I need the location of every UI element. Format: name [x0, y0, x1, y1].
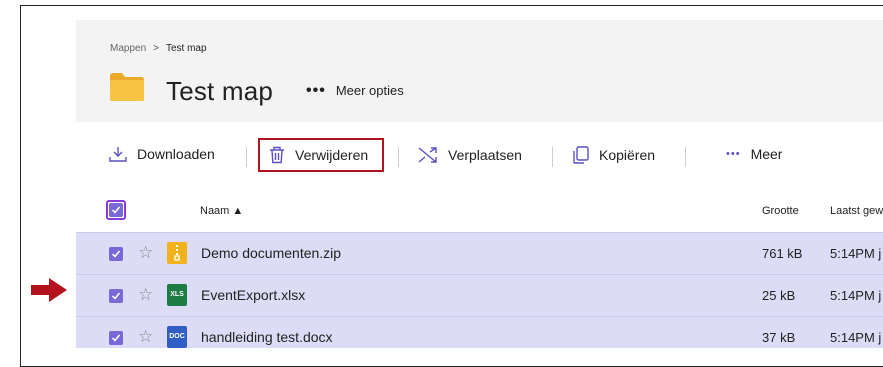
file-modified: 5:14PM j — [830, 330, 882, 345]
ellipsis-icon: ••• — [726, 148, 741, 160]
action-toolbar: Downloaden Verwijderen Verplaatsen Kopië… — [76, 122, 883, 190]
checkmark-icon — [111, 250, 121, 258]
shuffle-icon — [418, 147, 437, 163]
more-options-button[interactable]: ••• Meer opties — [306, 81, 404, 99]
row-checkbox[interactable] — [109, 289, 123, 303]
checkmark-icon — [111, 334, 121, 342]
file-modified: 5:14PM j — [830, 288, 882, 303]
file-browser-panel: Mappen > Test map Test map ••• Meer opties… — [76, 20, 883, 348]
checkmark-icon — [111, 206, 121, 214]
checkbox-checked — [109, 203, 123, 217]
download-label: Downloaden — [137, 146, 215, 162]
copy-label: Kopiëren — [599, 147, 656, 163]
folder-header: Mappen > Test map Test map ••• Meer opties — [76, 20, 883, 122]
ellipsis-icon: ••• — [306, 81, 326, 99]
file-size: 25 kB — [762, 288, 796, 303]
row-checkbox[interactable] — [109, 331, 123, 345]
breadcrumb: Mappen > Test map — [110, 43, 207, 54]
star-icon[interactable]: ☆ — [138, 243, 153, 263]
toolbar-divider — [246, 147, 247, 167]
download-button[interactable]: Downloaden — [109, 146, 215, 162]
more-button[interactable]: ••• Meer — [726, 146, 782, 162]
trash-icon — [270, 146, 284, 164]
column-modified-header[interactable]: Laatst gew — [830, 205, 883, 217]
star-icon[interactable]: ☆ — [138, 327, 153, 347]
zip-file-icon — [167, 242, 187, 264]
column-size-header[interactable]: Grootte — [762, 205, 799, 217]
table-row[interactable]: ☆ XLS EventExport.xlsx 25 kB 5:14PM j — [76, 274, 883, 316]
copy-icon — [573, 146, 589, 164]
toolbar-divider — [398, 147, 399, 167]
checkmark-icon — [111, 292, 121, 300]
breadcrumb-current: Test map — [165, 43, 207, 54]
file-size: 37 kB — [762, 330, 796, 345]
file-name[interactable]: EventExport.xlsx — [201, 287, 305, 303]
file-modified: 5:14PM j — [830, 246, 882, 261]
star-icon[interactable]: ☆ — [138, 285, 153, 305]
row-checkbox[interactable] — [109, 247, 123, 261]
move-button[interactable]: Verplaatsen — [418, 146, 522, 164]
xls-file-icon: XLS — [167, 284, 187, 306]
toolbar-divider — [685, 147, 686, 167]
column-header-row: Naam ▲ Grootte Laatst gew — [76, 190, 883, 232]
more-label: Meer — [750, 146, 783, 162]
download-icon — [109, 147, 127, 162]
pointer-arrow-icon — [31, 278, 67, 302]
delete-button[interactable]: Verwijderen — [269, 146, 368, 164]
file-name[interactable]: Demo documenten.zip — [201, 245, 341, 261]
table-row[interactable]: ☆ Demo documenten.zip 761 kB 5:14PM j — [76, 232, 883, 274]
toolbar-divider — [552, 147, 553, 167]
doc-file-icon: DOC — [167, 326, 187, 348]
page-title: Test map — [166, 76, 274, 106]
breadcrumb-root[interactable]: Mappen — [110, 43, 146, 54]
more-options-label: Meer opties — [335, 83, 404, 98]
copy-button[interactable]: Kopiëren — [573, 146, 655, 164]
select-all-checkbox[interactable] — [106, 200, 126, 220]
breadcrumb-separator: > — [153, 43, 159, 54]
file-size: 761 kB — [762, 246, 803, 261]
file-name[interactable]: handleiding test.docx — [201, 329, 333, 345]
column-name-header[interactable]: Naam ▲ — [200, 205, 243, 217]
move-label: Verplaatsen — [448, 147, 522, 163]
delete-label: Verwijderen — [295, 147, 369, 163]
table-row[interactable]: ☆ DOC handleiding test.docx 37 kB 5:14PM… — [76, 316, 883, 348]
folder-icon — [110, 73, 144, 101]
